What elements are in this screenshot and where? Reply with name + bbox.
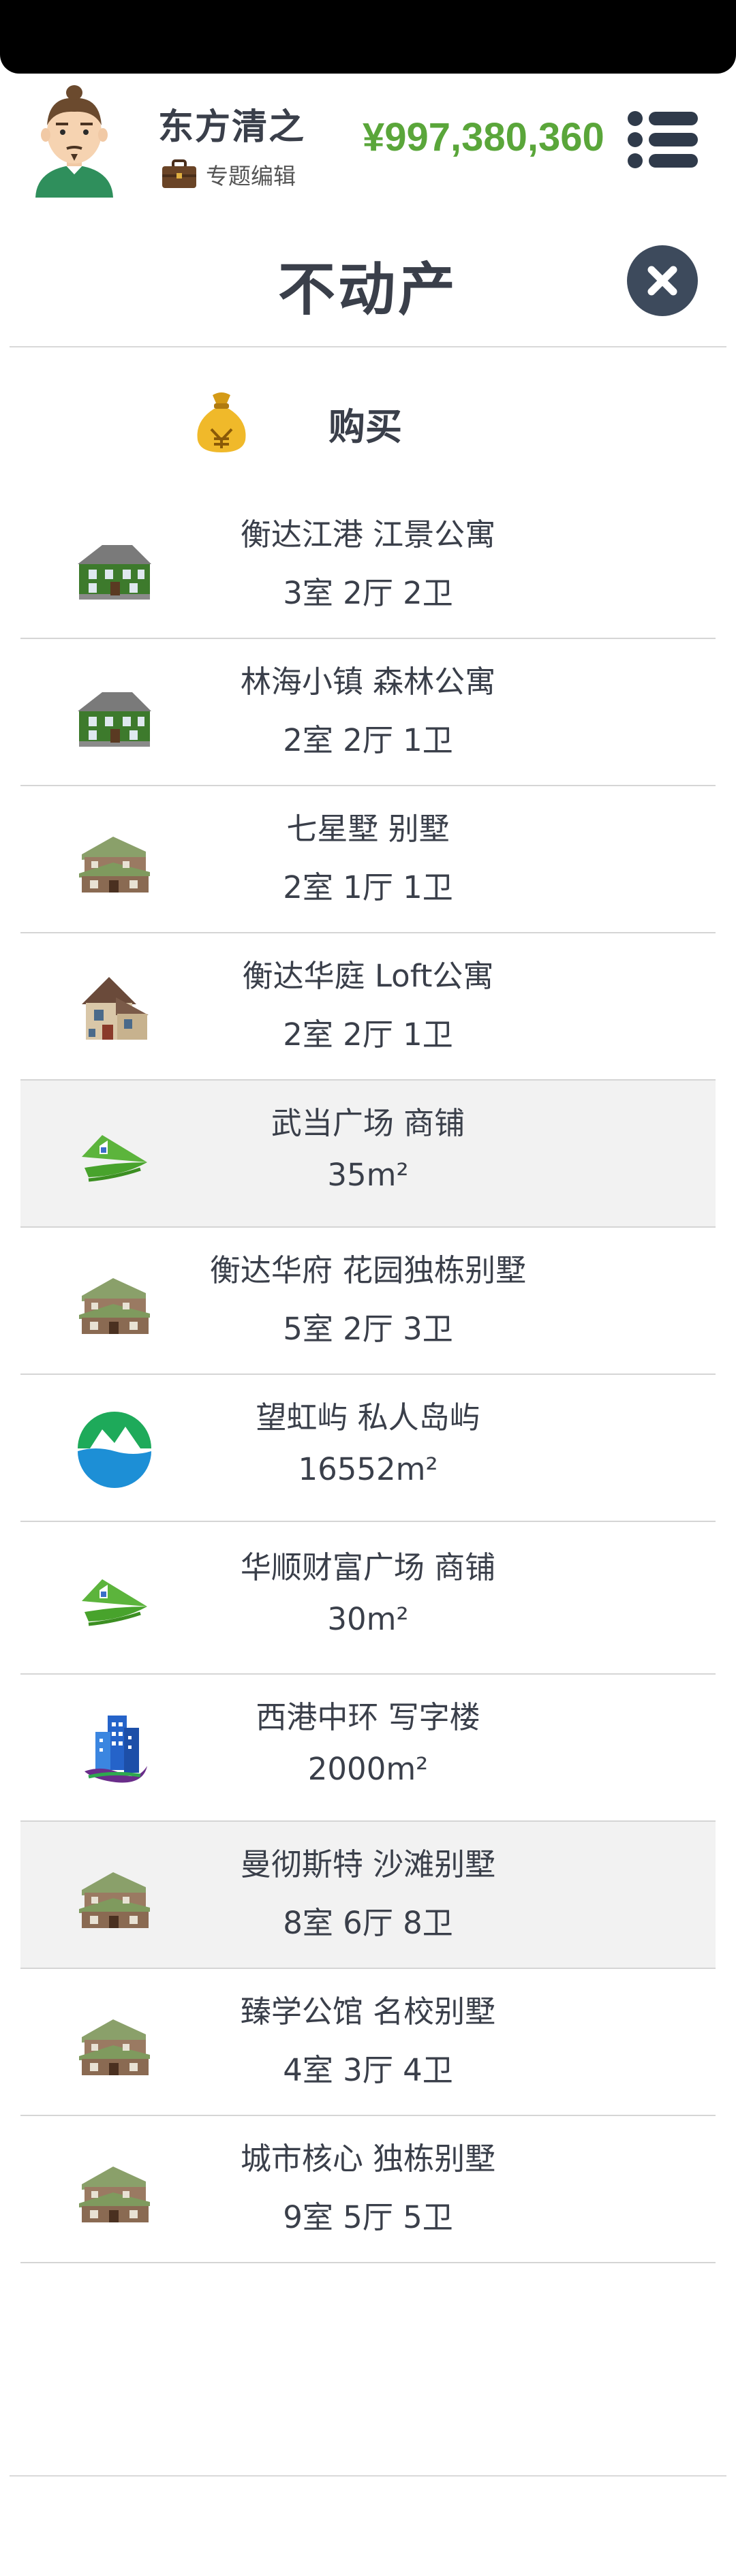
property-row[interactable]: 林海小镇 森林公寓 2室 2厅 1卫 (20, 639, 716, 786)
property-name: 林海小镇 森林公寓 (240, 664, 496, 700)
property-row[interactable]: 华顺财富广场 商铺 30m² (20, 1522, 716, 1675)
property-name: 华顺财富广场 商铺 (240, 1549, 496, 1585)
property-name: 衡达江港 江景公寓 (240, 516, 496, 553)
divider (10, 2475, 726, 2477)
property-detail: 8室 6厅 8卫 (283, 1905, 453, 1941)
player-name: 东方清之 (158, 107, 306, 148)
close-icon (647, 266, 677, 296)
edit-link[interactable]: 专题编辑 (161, 158, 296, 191)
property-row[interactable]: 西港中环 写字楼 2000m² (20, 1675, 716, 1822)
money-balance: ¥997,380,360 (363, 115, 604, 159)
property-detail: 2室 1厅 1卫 (283, 869, 453, 905)
moneybag-icon (197, 392, 246, 452)
property-name: 衡达华庭 Loft公寓 (242, 958, 494, 994)
property-row[interactable]: 臻学公馆 名校别墅 4室 3厅 4卫 (20, 1969, 716, 2116)
property-detail: 2室 2厅 1卫 (283, 1017, 453, 1053)
property-row[interactable]: 衡达华府 花园独栋别墅 5室 2厅 3卫 (20, 1228, 716, 1375)
property-detail: 2室 2厅 1卫 (283, 722, 453, 758)
property-detail: 5室 2厅 3卫 (283, 1311, 453, 1347)
property-name: 望虹屿 私人岛屿 (256, 1399, 480, 1436)
property-row[interactable]: 曼彻斯特 沙滩别墅 8室 6厅 8卫 (20, 1822, 716, 1969)
property-name: 衡达华府 花园独栋别墅 (209, 1252, 527, 1288)
property-name: 曼彻斯特 沙滩别墅 (240, 1846, 496, 1882)
top-header: 东方清之 专题编辑 ¥997,380,360 (0, 74, 736, 207)
property-name: 七星墅 别墅 (286, 811, 450, 847)
edit-label: 专题编辑 (206, 163, 296, 189)
briefcase-icon (162, 159, 196, 188)
property-detail: 9室 5厅 5卫 (283, 2199, 453, 2235)
property-row[interactable]: 衡达华庭 Loft公寓 2室 2厅 1卫 (20, 933, 716, 1081)
property-name: 武当广场 商铺 (271, 1105, 465, 1141)
property-detail: 16552m² (298, 1451, 438, 1487)
buy-tab[interactable]: 购买 (0, 382, 736, 456)
property-detail: 35m² (327, 1157, 409, 1193)
avatar[interactable] (29, 83, 120, 198)
property-row[interactable]: 衡达江港 江景公寓 3室 2厅 2卫 (20, 492, 716, 639)
menu-icon[interactable] (626, 109, 701, 170)
modal-header: 不动产 (10, 208, 726, 347)
property-name: 西港中环 写字楼 (256, 1699, 480, 1735)
status-bar (0, 0, 736, 74)
property-detail: 30m² (327, 1601, 409, 1637)
buy-label: 购买 (328, 405, 402, 448)
modal-title: 不动产 (277, 256, 458, 323)
close-button[interactable] (627, 245, 698, 316)
property-row[interactable]: 望虹屿 私人岛屿 16552m² (20, 1375, 716, 1522)
property-row[interactable]: 七星墅 别墅 2室 1厅 1卫 (20, 786, 716, 933)
property-name: 城市核心 独栋别墅 (240, 2141, 496, 2177)
property-detail: 2000m² (307, 1751, 429, 1787)
property-row[interactable]: 城市核心 独栋别墅 9室 5厅 5卫 (20, 2116, 716, 2263)
property-name: 臻学公馆 名校别墅 (240, 1993, 496, 2030)
property-row[interactable]: 武当广场 商铺 35m² (20, 1081, 716, 1228)
property-detail: 3室 2厅 2卫 (283, 575, 453, 611)
property-detail: 4室 3厅 4卫 (283, 2052, 453, 2088)
